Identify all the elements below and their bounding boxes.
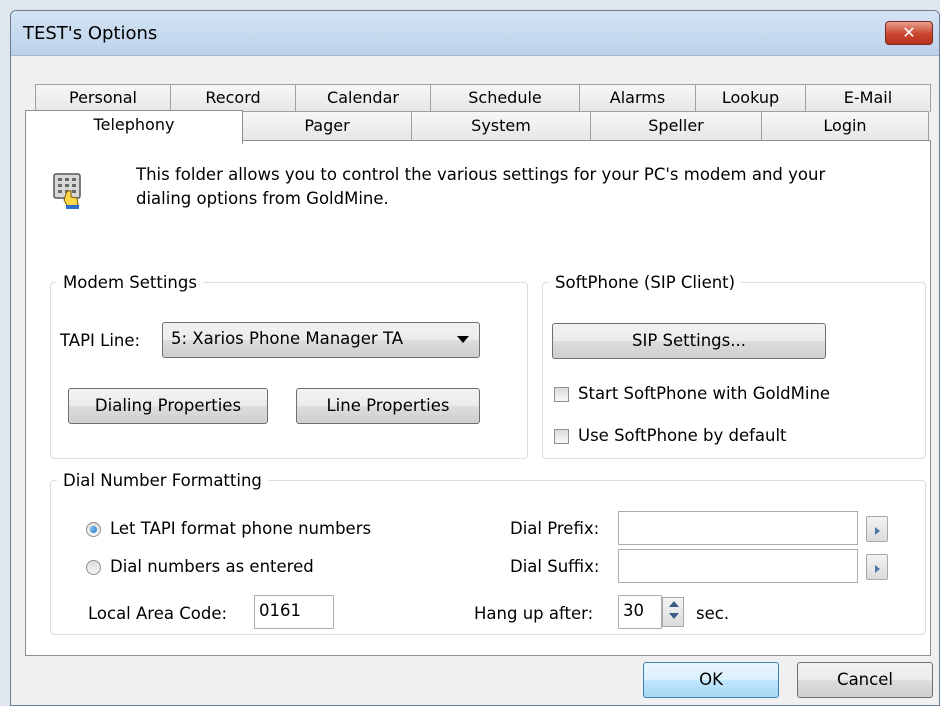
tab-lookup[interactable]: Lookup <box>695 84 806 112</box>
let-tapi-format-label: Let TAPI format phone numbers <box>110 519 372 538</box>
info-line-2: dialing options from GoldMine. <box>136 189 389 208</box>
cancel-button[interactable]: Cancel <box>797 662 933 698</box>
local-area-code-label: Local Area Code: <box>88 604 228 623</box>
dial-suffix-input[interactable] <box>618 549 858 583</box>
tab-pager[interactable]: Pager <box>242 111 412 141</box>
tab-speller[interactable]: Speller <box>590 111 762 141</box>
use-softphone-default-checkbox[interactable] <box>554 429 569 444</box>
start-softphone-label: Start SoftPhone with GoldMine <box>578 384 831 403</box>
local-area-code-value: 0161 <box>259 601 301 620</box>
info-line-1: This folder allows you to control the va… <box>136 165 826 184</box>
start-softphone-checkbox[interactable] <box>554 387 569 402</box>
dialing-properties-button[interactable]: Dialing Properties <box>68 388 268 424</box>
tab-login[interactable]: Login <box>761 111 929 141</box>
dial-prefix-label: Dial Prefix: <box>510 519 600 538</box>
seconds-label: sec. <box>696 604 730 623</box>
telephony-panel: This folder allows you to control the va… <box>25 140 931 656</box>
close-button[interactable]: ✕ <box>885 21 933 45</box>
tab-calendar[interactable]: Calendar <box>295 84 431 112</box>
dial-formatting-legend: Dial Number Formatting <box>63 471 262 490</box>
modem-settings-legend: Modem Settings <box>63 273 197 292</box>
title-bar[interactable]: TEST's Options ✕ <box>11 11 939 56</box>
info-text: This folder allows you to control the va… <box>136 163 896 211</box>
keypad-hand-icon <box>53 173 81 209</box>
hang-up-after-value: 30 <box>623 601 644 620</box>
tab-telephony[interactable]: Telephony <box>25 110 243 144</box>
sip-settings-button[interactable]: SIP Settings... <box>552 323 826 359</box>
dial-suffix-label: Dial Suffix: <box>510 557 600 576</box>
spin-up-icon[interactable] <box>669 601 679 607</box>
tapi-line-select[interactable]: 5: Xarios Phone Manager TA <box>162 322 480 358</box>
hang-up-after-input[interactable]: 30 <box>618 595 662 629</box>
options-dialog: TEST's Options ✕ Personal Record Calenda… <box>10 10 940 706</box>
tab-email[interactable]: E-Mail <box>805 84 931 112</box>
hang-up-after-label: Hang up after: <box>474 604 594 623</box>
tab-alarms[interactable]: Alarms <box>579 84 696 112</box>
tapi-line-label: TAPI Line: <box>60 331 141 350</box>
hang-up-spinner[interactable] <box>662 597 684 627</box>
tab-personal[interactable]: Personal <box>35 84 171 112</box>
modem-settings-group: Modem Settings <box>50 273 528 459</box>
dial-suffix-arrow-button[interactable] <box>866 554 888 580</box>
use-softphone-default-label: Use SoftPhone by default <box>578 426 787 445</box>
dial-as-entered-radio[interactable] <box>86 560 101 575</box>
local-area-code-input[interactable]: 0161 <box>254 595 334 629</box>
dial-prefix-input[interactable] <box>618 511 858 545</box>
window-title: TEST's Options <box>23 23 158 44</box>
tab-system[interactable]: System <box>411 111 591 141</box>
dial-as-entered-label: Dial numbers as entered <box>110 557 314 576</box>
ok-button[interactable]: OK <box>643 662 779 698</box>
let-tapi-format-radio[interactable] <box>86 522 101 537</box>
tab-record[interactable]: Record <box>170 84 296 112</box>
spin-down-icon[interactable] <box>669 613 679 619</box>
line-properties-button[interactable]: Line Properties <box>296 388 480 424</box>
tab-schedule[interactable]: Schedule <box>430 84 580 112</box>
tapi-line-value: 5: Xarios Phone Manager TA <box>171 329 404 348</box>
dial-prefix-arrow-button[interactable] <box>866 516 888 542</box>
softphone-legend: SoftPhone (SIP Client) <box>555 273 736 292</box>
dialog-body: Personal Record Calendar Schedule Alarms… <box>11 56 939 705</box>
chevron-down-icon <box>457 336 469 343</box>
